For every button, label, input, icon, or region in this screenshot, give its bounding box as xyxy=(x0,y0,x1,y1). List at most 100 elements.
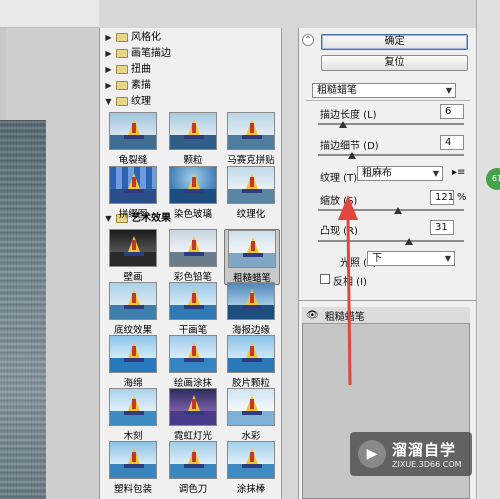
sail-stripe xyxy=(250,123,254,133)
sail-stripe xyxy=(132,177,136,187)
thumbnail-label: 彩色铅笔 xyxy=(173,272,212,283)
thumbnail-label: 海绵 xyxy=(123,378,143,389)
boat-hull xyxy=(124,189,144,193)
folder-brush-strokes[interactable]: ▶ 画笔描边 xyxy=(100,46,281,61)
filter-thumbnail[interactable]: 马赛克拼贴 xyxy=(224,112,278,166)
folder-icon xyxy=(116,33,128,42)
sail-stripe xyxy=(192,177,196,187)
filter-thumbnail[interactable]: 涂抹棒 xyxy=(224,441,278,495)
thumbnail-label: 胶片颗粒 xyxy=(231,378,270,389)
annotation-arrow-head xyxy=(338,195,358,220)
boat-hull xyxy=(184,464,204,468)
divider xyxy=(306,100,470,101)
texture-menu-icon[interactable]: ▸≡ xyxy=(452,167,465,178)
folder-open-icon xyxy=(116,97,128,106)
filter-thumbnail[interactable]: 木刻 xyxy=(106,388,160,442)
filter-thumbnail[interactable]: 粗糙蜡笔 xyxy=(224,229,280,285)
boat-hull xyxy=(124,464,144,468)
invert-checkbox[interactable] xyxy=(320,274,330,284)
folder-icon xyxy=(116,81,128,90)
stroke-length-slider[interactable] xyxy=(338,121,347,128)
sail-stripe xyxy=(192,293,196,303)
filter-thumbnail[interactable]: 水彩 xyxy=(224,388,278,442)
collapse-icon[interactable]: ⌃ xyxy=(302,34,314,46)
stroke-length-input[interactable]: 6 xyxy=(440,104,464,119)
watermark: ▶ 溜溜自学 ZIXUE.3D66.COM xyxy=(350,432,472,476)
filter-thumbnail[interactable]: 底纹效果 xyxy=(106,282,160,336)
thumbnail-label: 涂抹棒 xyxy=(236,484,266,495)
sail-stripe xyxy=(132,123,136,133)
thumbnail-image xyxy=(109,229,157,267)
filter-thumbnail[interactable]: 霓虹灯光 xyxy=(166,388,220,442)
filter-thumbnail[interactable]: 海报边缘 xyxy=(224,282,278,336)
texture-select-value: 粗麻布 xyxy=(362,168,392,179)
expand-right-icon: ▶ xyxy=(105,49,112,58)
light-select[interactable]: 下 ▼ xyxy=(367,251,455,266)
preview-top-strip xyxy=(0,0,99,28)
filter-thumbnail[interactable]: 干画笔 xyxy=(166,282,220,336)
scaling-slider[interactable] xyxy=(394,207,403,214)
eye-icon[interactable]: 👁 xyxy=(306,310,319,321)
thumbnail-label: 塑料包装 xyxy=(113,484,152,495)
chevron-down-icon: ▼ xyxy=(432,169,439,178)
filter-thumbnail[interactable]: 调色刀 xyxy=(166,441,220,495)
thumbnail-image xyxy=(227,166,275,204)
play-logo-icon: ▶ xyxy=(358,440,386,468)
filter-thumbnail[interactable]: 绘画涂抹 xyxy=(166,335,220,389)
sail-stripe xyxy=(250,346,254,356)
annotation-arrow xyxy=(338,195,358,386)
boat-hull xyxy=(184,305,204,309)
thumbnail-image xyxy=(109,335,157,373)
preview-canvas[interactable] xyxy=(0,120,46,499)
sail-stripe xyxy=(250,452,254,462)
folder-stylize[interactable]: ▶ 风格化 xyxy=(100,30,281,45)
stroke-detail-input[interactable]: 4 xyxy=(440,135,464,150)
thumbnail-image xyxy=(169,441,217,479)
thumbnail-image xyxy=(169,166,217,204)
folder-label: 画笔描边 xyxy=(131,48,171,59)
ok-button[interactable]: 确定 xyxy=(321,34,468,50)
thumbnail-image xyxy=(227,388,275,426)
thumbnail-image xyxy=(109,282,157,320)
thumbnail-label: 调色刀 xyxy=(178,484,208,495)
relief-slider[interactable] xyxy=(404,238,413,245)
filter-thumbnail[interactable]: 纹理化 xyxy=(224,166,278,220)
sail-stripe xyxy=(132,293,136,303)
boat-hull xyxy=(124,411,144,415)
filter-thumbnail[interactable]: 塑料包装 xyxy=(106,441,160,495)
texture-select[interactable]: 粗麻布 ▼ xyxy=(357,166,443,181)
boat-hull xyxy=(184,189,204,193)
filter-thumbnail[interactable]: 彩色铅笔 xyxy=(166,229,220,283)
thumbnail-label: 马赛克拼贴 xyxy=(227,155,275,166)
stroke-detail-slider[interactable] xyxy=(347,152,356,159)
reset-button[interactable]: 复位 xyxy=(321,55,468,71)
chevron-down-icon: ▼ xyxy=(445,86,452,95)
stroke-length-label: 描边长度 (L) xyxy=(320,110,377,121)
thumbnail-image xyxy=(169,282,217,320)
filter-thumbnail[interactable]: 染色玻璃 xyxy=(166,166,220,220)
folder-icon xyxy=(116,65,128,74)
filter-thumbnail[interactable]: 颗粒 xyxy=(166,112,220,166)
filter-thumbnail[interactable]: 壁画 xyxy=(106,229,160,283)
filter-thumbnail[interactable]: 海绵 xyxy=(106,335,160,389)
effect-layer-row[interactable]: 👁 粗糙蜡笔 xyxy=(302,307,470,324)
folder-label: 纹理 xyxy=(131,96,151,107)
boat-hull xyxy=(124,252,144,256)
expand-right-icon: ▶ xyxy=(105,81,112,90)
thumbnail-label: 绘画涂抹 xyxy=(173,378,212,389)
scaling-unit: % xyxy=(457,192,467,203)
filter-thumbnail[interactable]: 胶片颗粒 xyxy=(224,335,278,389)
filter-thumbnail[interactable]: 龟裂缝 xyxy=(106,112,160,166)
folder-texture[interactable]: ▼ 纹理 xyxy=(100,94,281,109)
sail-stripe xyxy=(250,293,254,303)
thumbnail-image xyxy=(109,388,157,426)
thumbnail-image xyxy=(109,441,157,479)
relief-input[interactable]: 31 xyxy=(430,220,454,235)
scaling-input[interactable]: 121 xyxy=(430,190,454,205)
filter-select[interactable]: 粗糙蜡笔 ▼ xyxy=(312,83,456,98)
sail-stripe xyxy=(192,123,196,133)
folder-distort[interactable]: ▶ 扭曲 xyxy=(100,62,281,77)
folder-sketch[interactable]: ▶ 素描 xyxy=(100,78,281,93)
chevron-down-icon: ▼ xyxy=(444,254,451,263)
filter-thumbnail[interactable]: 拼缀图 xyxy=(106,166,160,220)
